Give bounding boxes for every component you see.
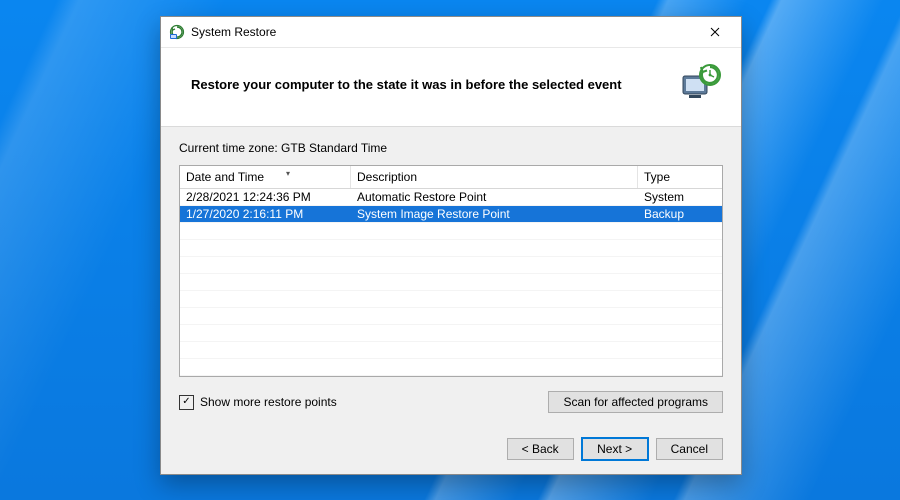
column-header-type-label: Type	[644, 170, 670, 184]
restore-hero-icon	[679, 62, 723, 106]
titlebar[interactable]: System Restore	[161, 17, 741, 48]
column-header-description[interactable]: Description	[351, 166, 638, 188]
window-title: System Restore	[191, 25, 695, 39]
cell-datetime: 1/27/2020 2:16:11 PM	[180, 207, 350, 221]
headline-text: Restore your computer to the state it wa…	[191, 77, 679, 92]
column-header-description-label: Description	[357, 170, 417, 184]
next-button[interactable]: Next >	[582, 438, 648, 460]
empty-row	[180, 359, 722, 376]
table-body: 2/28/2021 12:24:36 PMAutomatic Restore P…	[180, 189, 722, 377]
check-icon: ✓	[182, 397, 190, 407]
desktop-wallpaper: System Restore Restore your computer to …	[0, 0, 900, 500]
empty-row	[180, 223, 722, 240]
empty-row	[180, 342, 722, 359]
sort-descending-icon: ▾	[286, 169, 290, 178]
table-row[interactable]: 2/28/2021 12:24:36 PMAutomatic Restore P…	[180, 189, 722, 206]
cancel-button[interactable]: Cancel	[656, 438, 723, 460]
below-table-controls: ✓ Show more restore points Scan for affe…	[179, 391, 723, 413]
table-row[interactable]: 1/27/2020 2:16:11 PMSystem Image Restore…	[180, 206, 722, 223]
column-header-datetime[interactable]: Date and Time ▾	[180, 166, 351, 188]
cell-datetime: 2/28/2021 12:24:36 PM	[180, 190, 350, 204]
system-restore-icon	[169, 24, 185, 40]
system-restore-dialog: System Restore Restore your computer to …	[160, 16, 742, 475]
scan-affected-programs-button[interactable]: Scan for affected programs	[548, 391, 723, 413]
checkbox-box: ✓	[179, 395, 194, 410]
column-header-type[interactable]: Type	[638, 166, 722, 188]
empty-row	[180, 308, 722, 325]
column-header-datetime-label: Date and Time	[186, 170, 264, 184]
cell-description: System Image Restore Point	[350, 207, 637, 221]
close-button[interactable]	[695, 21, 735, 43]
empty-row	[180, 257, 722, 274]
table-header: Date and Time ▾ Description Type	[180, 166, 722, 189]
empty-row	[180, 325, 722, 342]
dialog-footer: < Back Next > Cancel	[161, 425, 741, 474]
back-button[interactable]: < Back	[507, 438, 574, 460]
empty-row	[180, 274, 722, 291]
empty-row	[180, 240, 722, 257]
dialog-body: Current time zone: GTB Standard Time Dat…	[161, 127, 741, 425]
cell-type: Backup	[637, 207, 722, 221]
empty-row	[180, 291, 722, 308]
empty-row	[180, 376, 722, 377]
timezone-label: Current time zone: GTB Standard Time	[179, 141, 723, 155]
show-more-label: Show more restore points	[200, 395, 337, 409]
show-more-checkbox[interactable]: ✓ Show more restore points	[179, 395, 337, 410]
dialog-header: Restore your computer to the state it wa…	[161, 48, 741, 127]
cell-type: System	[637, 190, 722, 204]
cell-description: Automatic Restore Point	[350, 190, 637, 204]
restore-points-table: Date and Time ▾ Description Type 2/28/20…	[179, 165, 723, 377]
